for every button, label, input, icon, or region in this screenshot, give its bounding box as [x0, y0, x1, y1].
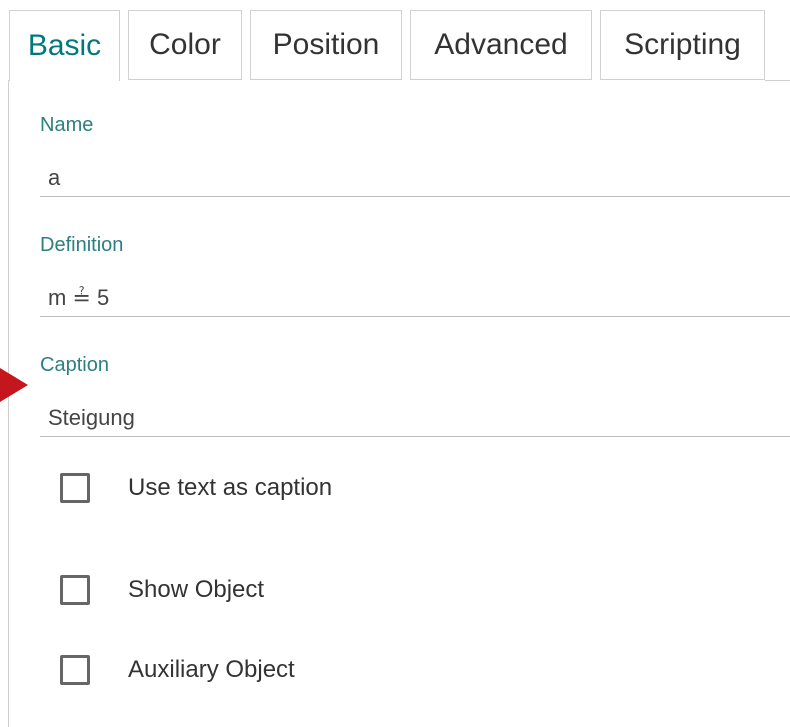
annotation-arrow-icon	[0, 368, 28, 402]
tab-basic[interactable]: Basic	[9, 10, 120, 81]
auxiliary-object-checkbox[interactable]	[60, 655, 90, 685]
tab-bar-baseline	[765, 80, 790, 81]
definition-label: Definition	[40, 234, 124, 256]
object-properties-panel: Basic Color Position Advanced Scripting …	[0, 0, 790, 727]
tab-color[interactable]: Color	[128, 10, 242, 80]
caption-input[interactable]	[40, 399, 790, 437]
use-text-as-caption-checkbox[interactable]	[60, 473, 90, 503]
tab-position[interactable]: Position	[250, 10, 402, 80]
panel-border	[8, 80, 9, 727]
name-input[interactable]	[40, 159, 790, 197]
use-text-as-caption-row: Use text as caption	[60, 468, 332, 508]
auxiliary-object-label[interactable]: Auxiliary Object	[128, 656, 295, 684]
tab-scripting[interactable]: Scripting	[600, 10, 765, 80]
definition-input[interactable]	[40, 279, 790, 317]
caption-field: Caption	[40, 354, 790, 444]
definition-field: Definition	[40, 234, 790, 324]
show-object-label[interactable]: Show Object	[128, 576, 264, 604]
tab-advanced[interactable]: Advanced	[410, 10, 592, 80]
tab-bar: Basic Color Position Advanced Scripting	[0, 10, 790, 81]
name-label: Name	[40, 114, 94, 136]
auxiliary-object-row: Auxiliary Object	[60, 650, 295, 690]
caption-label: Caption	[40, 354, 109, 376]
show-object-checkbox[interactable]	[60, 575, 90, 605]
use-text-as-caption-label[interactable]: Use text as caption	[128, 474, 332, 502]
show-object-row: Show Object	[60, 570, 264, 610]
name-field: Name	[40, 114, 790, 204]
